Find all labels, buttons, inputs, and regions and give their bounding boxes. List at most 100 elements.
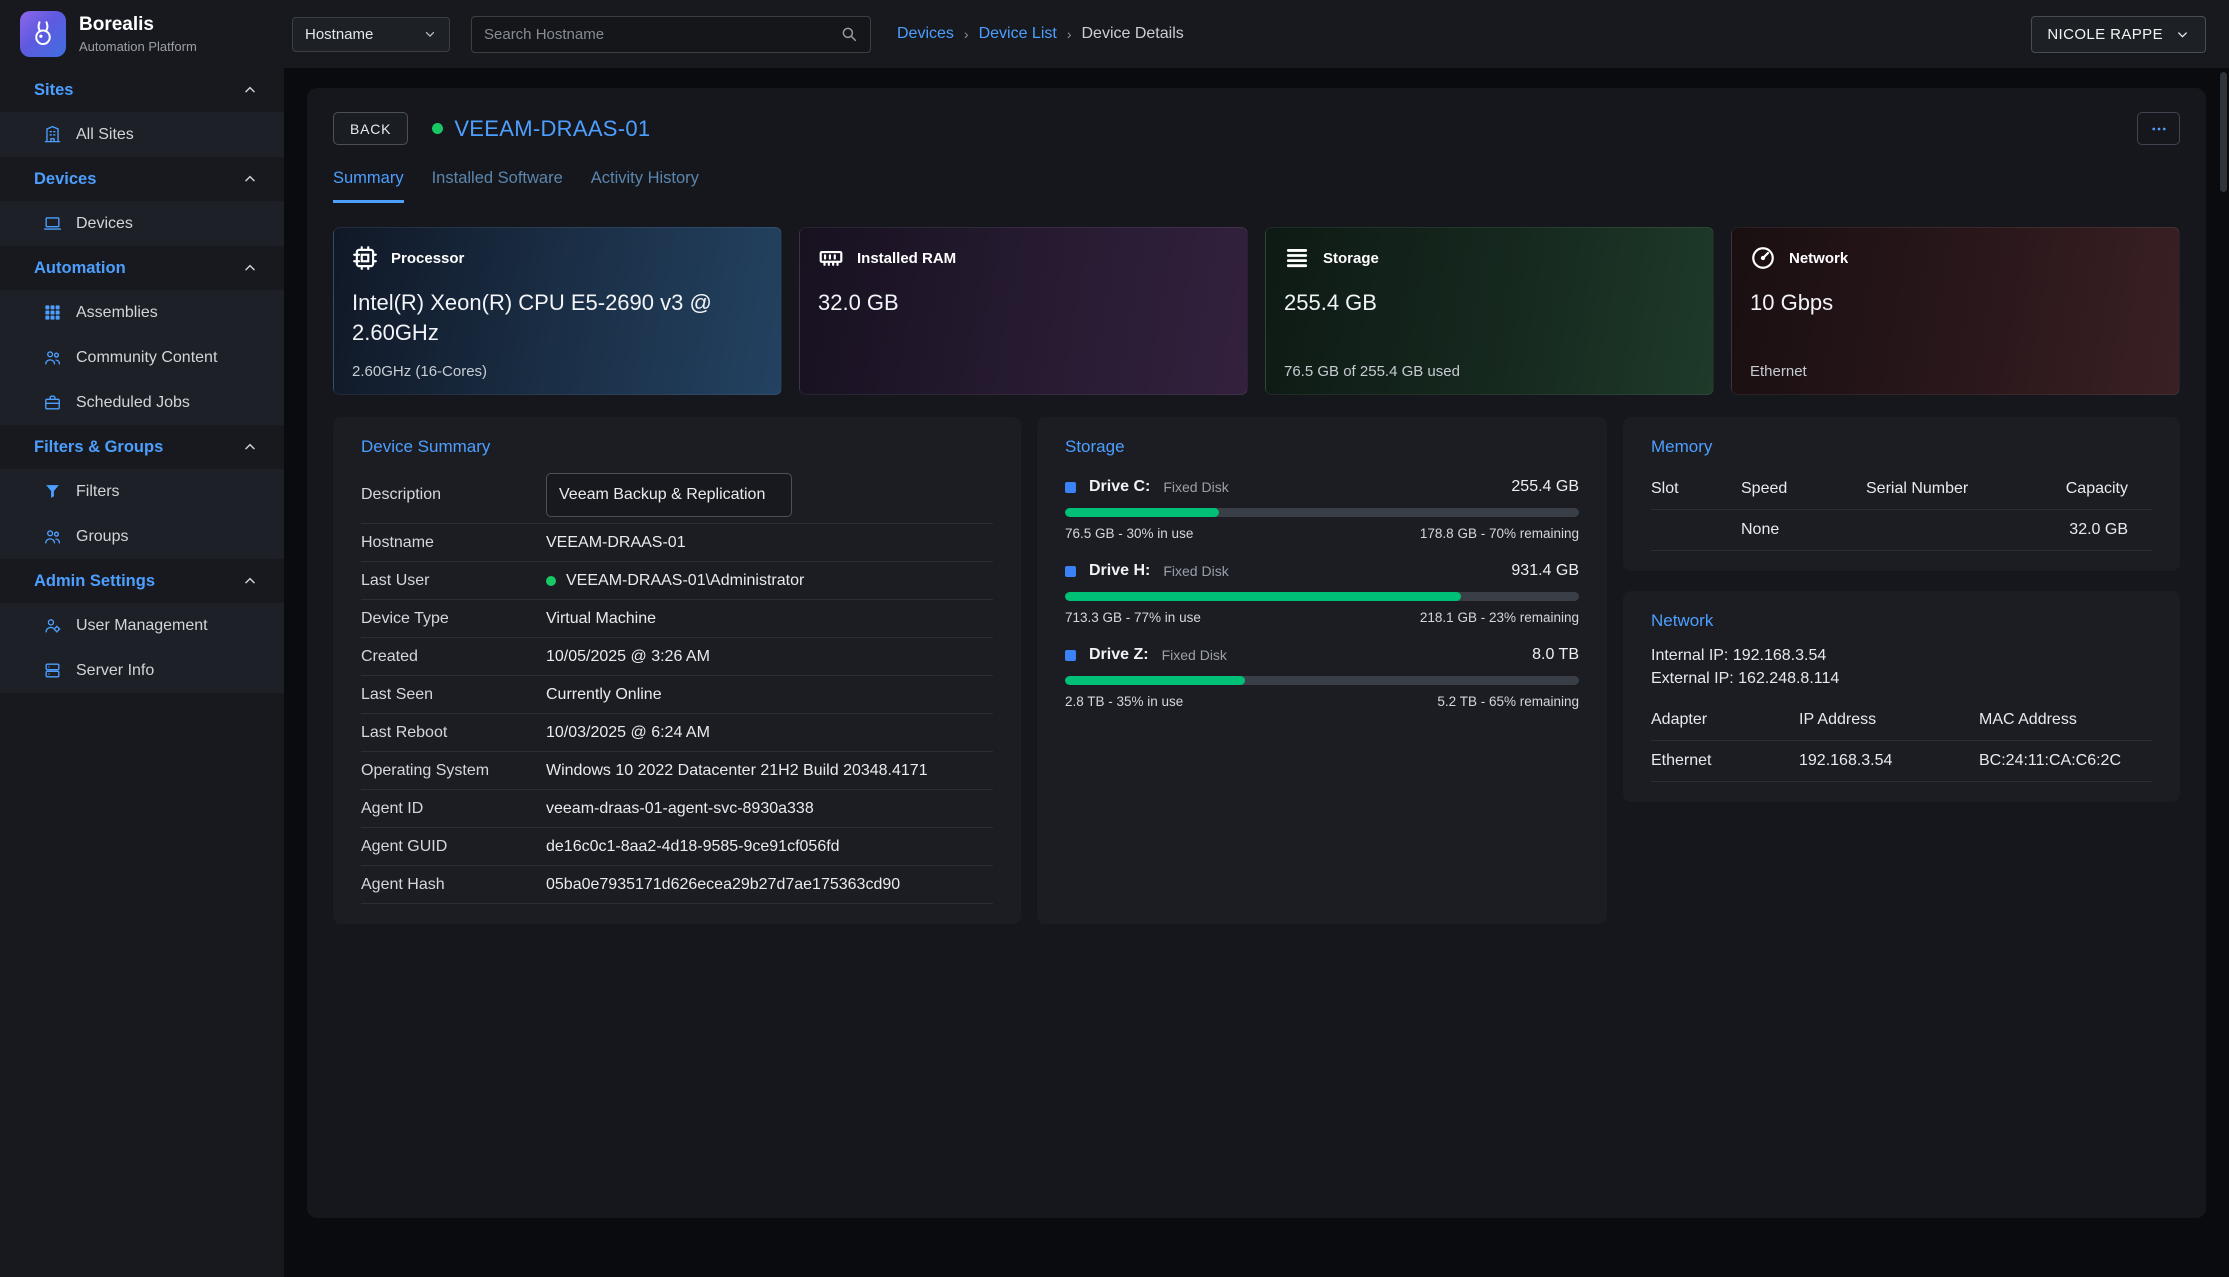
tab-activity-history[interactable]: Activity History [591, 169, 699, 203]
cell-mac-address: BC:24:11:CA:C6:2C [1979, 752, 2152, 770]
summary-row-last-reboot: Last Reboot 10/03/2025 @ 6:24 AM [361, 714, 993, 752]
drive-size: 8.0 TB [1532, 646, 1579, 664]
grid-icon [43, 303, 62, 322]
tab-installed-software[interactable]: Installed Software [432, 169, 563, 203]
section-label: Automation [34, 259, 126, 278]
drive-usage-fill [1065, 592, 1461, 601]
stat-value: Intel(R) Xeon(R) CPU E5-2690 v3 @ 2.60GH… [352, 288, 752, 347]
sidebar-item-scheduled-jobs[interactable]: Scheduled Jobs [0, 380, 284, 425]
stat-title: Processor [391, 250, 464, 267]
stat-title: Storage [1323, 250, 1379, 267]
sidebar-section-devices[interactable]: Devices [0, 157, 284, 201]
search-input[interactable] [484, 26, 840, 43]
memory-table-header: Slot Speed Serial Number Capacity [1651, 469, 2152, 510]
tab-summary[interactable]: Summary [333, 169, 404, 203]
back-button[interactable]: BACK [333, 112, 408, 145]
breadcrumb-devices[interactable]: Devices [897, 25, 954, 43]
sidebar-item-label: Groups [76, 528, 128, 546]
sidebar-item-community-content[interactable]: Community Content [0, 335, 284, 380]
laptop-icon [43, 214, 62, 233]
drive-name: Drive C: [1089, 478, 1150, 496]
row-value: Currently Online [546, 685, 662, 704]
sidebar-section-sites[interactable]: Sites [0, 68, 284, 112]
sidebar-item-all-sites[interactable]: All Sites [0, 112, 284, 157]
device-title: VEEAM-DRAAS-01 [454, 116, 650, 142]
stat-title: Network [1789, 250, 1848, 267]
sidebar-item-label: Filters [76, 483, 120, 501]
brand-subtitle: Automation Platform [79, 39, 197, 54]
stat-title: Installed RAM [857, 250, 956, 267]
cell-serial [1866, 521, 2036, 539]
drive-usage-bar [1065, 592, 1579, 601]
drive-used-text: 713.3 GB - 77% in use [1065, 610, 1201, 625]
chevron-up-icon [242, 171, 258, 187]
row-label: Last User [361, 572, 546, 590]
sidebar-section-automation[interactable]: Automation [0, 246, 284, 290]
device-header: BACK VEEAM-DRAAS-01 [333, 112, 2180, 145]
row-value: Windows 10 2022 Datacenter 21H2 Build 20… [546, 761, 928, 780]
drive-remaining-text: 218.1 GB - 23% remaining [1420, 610, 1579, 625]
breadcrumb-device-list[interactable]: Device List [979, 25, 1057, 43]
summary-row-created: Created 10/05/2025 @ 3:26 AM [361, 638, 993, 676]
panel-title: Memory [1651, 437, 2152, 457]
cell-ip-address: 192.168.3.54 [1799, 752, 1979, 770]
row-label: Last Seen [361, 686, 546, 704]
scrollbar[interactable] [2220, 72, 2227, 192]
sidebar-item-server-info[interactable]: Server Info [0, 648, 284, 693]
row-label: Last Reboot [361, 724, 546, 742]
more-options-button[interactable] [2137, 112, 2180, 145]
topbar: Borealis Automation Platform Hostname De… [0, 0, 2229, 68]
row-value: 05ba0e7935171d626ecea29b27d7ae175363cd90 [546, 875, 900, 894]
panel-title: Network [1651, 611, 2152, 631]
sidebar-item-groups[interactable]: Groups [0, 514, 284, 559]
cell-adapter: Ethernet [1651, 752, 1799, 770]
sidebar-item-filters[interactable]: Filters [0, 469, 284, 514]
summary-row-hostname: Hostname VEEAM-DRAAS-01 [361, 524, 993, 562]
drive-remaining-text: 5.2 TB - 65% remaining [1437, 694, 1579, 709]
row-label: Operating System [361, 762, 546, 780]
sidebar-item-label: Devices [76, 215, 133, 233]
sidebar-item-devices[interactable]: Devices [0, 201, 284, 246]
description-input[interactable] [546, 473, 792, 517]
row-label: Agent ID [361, 800, 546, 818]
users-icon [43, 348, 62, 367]
hostname-filter-select[interactable]: Hostname [292, 17, 450, 52]
memory-table-row: None 32.0 GB [1651, 510, 2152, 551]
column-header: Slot [1651, 480, 1741, 498]
stat-value: 10 Gbps [1750, 288, 2150, 318]
ram-icon [818, 245, 844, 271]
main-content: BACK VEEAM-DRAAS-01 Summary Installed So… [284, 68, 2229, 1277]
briefcase-icon [43, 393, 62, 412]
online-status-dot [546, 576, 556, 586]
device-details-card: BACK VEEAM-DRAAS-01 Summary Installed So… [307, 88, 2206, 1218]
drive-usage-fill [1065, 676, 1245, 685]
summary-row-agent-id: Agent ID veeam-draas-01-agent-svc-8930a3… [361, 790, 993, 828]
sidebar-section-admin-settings[interactable]: Admin Settings [0, 559, 284, 603]
stat-footer: 2.60GHz (16-Cores) [352, 363, 487, 380]
hostname-filter-value: Hostname [305, 26, 373, 43]
breadcrumb-current: Device Details [1082, 25, 1184, 43]
sidebar-item-user-management[interactable]: User Management [0, 603, 284, 648]
row-value: 10/05/2025 @ 3:26 AM [546, 647, 710, 666]
sidebar-section-filters-groups[interactable]: Filters & Groups [0, 425, 284, 469]
stat-card-storage: Storage 255.4 GB 76.5 GB of 255.4 GB use… [1265, 227, 1714, 395]
stat-card-network: Network 10 Gbps Ethernet [1731, 227, 2180, 395]
breadcrumb-separator: › [1067, 26, 1072, 42]
sidebar-item-label: Server Info [76, 662, 154, 680]
drive-name: Drive Z: [1089, 646, 1149, 664]
drive-type: Fixed Disk [1162, 647, 1227, 663]
row-label: Device Type [361, 610, 546, 628]
search-icon[interactable] [840, 25, 858, 43]
sidebar-item-assemblies[interactable]: Assemblies [0, 290, 284, 335]
user-menu-button[interactable]: NICOLE RAPPE [2031, 16, 2206, 53]
drive-used-text: 2.8 TB - 35% in use [1065, 694, 1183, 709]
section-label: Admin Settings [34, 572, 155, 591]
row-value: Virtual Machine [546, 609, 656, 628]
cell-capacity: 32.0 GB [2036, 521, 2152, 539]
online-status-dot [432, 123, 443, 134]
row-label: Agent GUID [361, 838, 546, 856]
drive-size: 931.4 GB [1511, 562, 1579, 580]
building-icon [43, 125, 62, 144]
column-header: Serial Number [1866, 480, 2036, 498]
server-icon [43, 661, 62, 680]
